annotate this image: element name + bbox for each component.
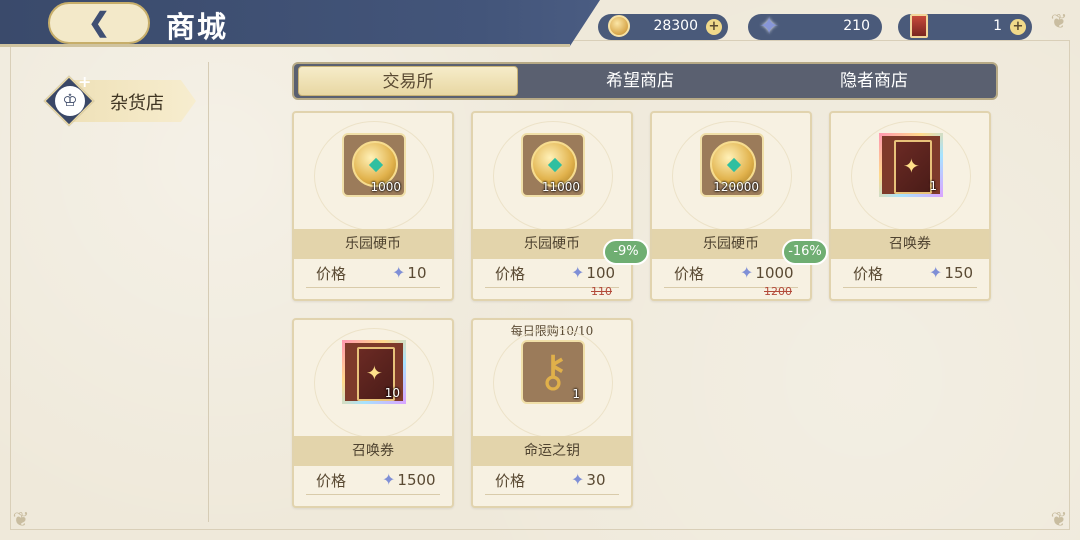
tab-exchange[interactable]: 交易所 — [298, 66, 518, 96]
price-label: 价格 — [495, 472, 526, 490]
plus-icon: + — [78, 72, 92, 91]
price-label: 价格 — [495, 265, 526, 283]
tab-hope-shop[interactable]: 希望商店 — [530, 66, 750, 96]
currency-coins-value: 28300 — [653, 18, 698, 34]
item-quantity: 120000 — [713, 180, 759, 194]
sidebar-divider — [208, 62, 209, 522]
shop-item-card[interactable]: 10 召唤券 价格 ✦1500 — [292, 318, 454, 508]
currency-tickets[interactable]: 1 + — [898, 14, 1032, 40]
item-name: 召唤券 — [831, 229, 989, 259]
star-gem-icon: ✦ — [571, 263, 585, 282]
item-price: ✦ 150 — [929, 263, 974, 282]
corner-ornament-icon: ❦ — [12, 507, 30, 531]
item-price: ✦ 10 — [392, 263, 427, 282]
sidebar-item-label: 杂货店 — [110, 93, 164, 114]
star-gem-icon: ✦ — [929, 263, 943, 282]
item-quantity: 1 — [929, 179, 937, 193]
item-old-price: 1200 — [764, 285, 792, 298]
item-image: 1 — [879, 133, 943, 197]
star-gem-icon: ✦ — [392, 263, 406, 282]
shop-tabs: 交易所 希望商店 隐者商店 — [292, 62, 998, 100]
discount-badge: -16% — [782, 239, 828, 265]
item-price: ✦ 100 — [571, 263, 616, 282]
star-gem-icon: ✦ — [758, 12, 780, 40]
currency-tickets-value: 1 — [993, 18, 1002, 34]
price-label: 价格 — [316, 472, 347, 490]
item-quantity: 11000 — [541, 180, 580, 194]
summon-ticket-icon — [910, 14, 928, 38]
star-gem-icon: ✦ — [571, 470, 585, 489]
corner-ornament-icon: ❦ — [1050, 507, 1068, 531]
item-quantity: 1000 — [370, 180, 401, 194]
add-coins-button[interactable]: + — [706, 19, 722, 35]
page-title: 商城 — [166, 10, 229, 44]
corner-ornament-icon: ❦ — [1050, 9, 1068, 33]
discount-badge: -9% — [603, 239, 649, 265]
price-label: 价格 — [674, 265, 705, 283]
price-label: 价格 — [853, 265, 884, 283]
back-button[interactable]: ❮ — [48, 2, 150, 44]
shop-item-card[interactable]: 1 召唤券 价格 ✦150 — [829, 111, 991, 301]
item-old-price: 110 — [591, 285, 612, 298]
star-gem-icon: ✦ — [382, 470, 396, 489]
coin-icon — [608, 15, 630, 37]
header-underline — [0, 44, 570, 47]
item-quantity: 1 — [572, 387, 580, 401]
item-image: 10 — [342, 340, 406, 404]
shop-item-card[interactable]: 11000 -9% 乐园硬币 价格 ✦ 100 110 — [471, 111, 649, 301]
item-name: 召唤券 — [294, 436, 452, 466]
item-quantity: 10 — [384, 386, 400, 400]
item-name: 命运之钥 — [473, 436, 631, 466]
back-arrow-icon: ❮ — [88, 8, 110, 38]
summon-ticket-icon — [894, 140, 932, 194]
currency-stars: ✦ 210 — [748, 14, 882, 40]
item-price: ✦ 1000 — [740, 263, 794, 282]
shop-item-card[interactable]: 120000 -16% 乐园硬币 价格 ✦ 1000 1200 — [650, 111, 828, 301]
item-image: 120000 — [700, 133, 764, 197]
sidebar-item-general-store[interactable]: ♔ + 杂货店 — [42, 72, 198, 127]
item-image: 11000 — [521, 133, 585, 197]
shop-item-card[interactable]: 1000 乐园硬币 价格 ✦ 10 — [292, 111, 454, 301]
item-image: 1000 — [342, 133, 406, 197]
item-price: ✦ 1500 — [382, 470, 436, 489]
price-label: 价格 — [316, 265, 347, 283]
item-image: ⚷ 1 — [521, 340, 585, 404]
currency-coins[interactable]: 28300 + — [598, 14, 728, 40]
shop-item-card[interactable]: 每日限购10/10 ⚷ 1 命运之钥 价格 ✦ 30 — [471, 318, 633, 508]
currency-stars-value: 210 — [843, 18, 870, 34]
star-gem-icon: ✦ — [740, 263, 754, 282]
tab-hermit-shop[interactable]: 隐者商店 — [764, 66, 984, 96]
item-name: 乐园硬币 — [294, 229, 452, 259]
add-tickets-button[interactable]: + — [1010, 19, 1026, 35]
item-price: ✦ 30 — [571, 470, 606, 489]
